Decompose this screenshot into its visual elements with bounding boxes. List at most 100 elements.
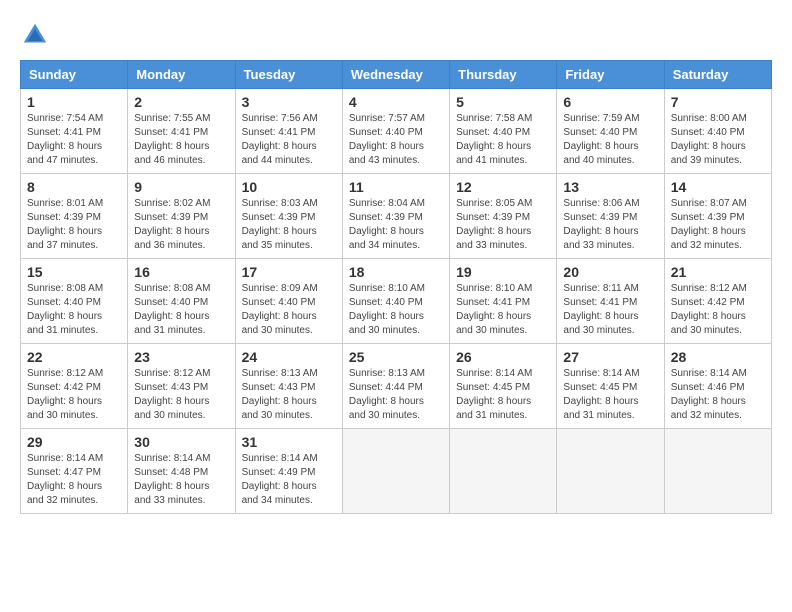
calendar-week-row-1: 1 Sunrise: 7:54 AM Sunset: 4:41 PM Dayli… [21, 89, 772, 174]
day-number: 4 [349, 94, 443, 110]
calendar-header-wednesday: Wednesday [342, 61, 449, 89]
day-info: Sunrise: 7:56 AM Sunset: 4:41 PM Dayligh… [242, 112, 336, 168]
day-info: Sunrise: 8:00 AM Sunset: 4:40 PM Dayligh… [671, 112, 765, 168]
calendar-header-sunday: Sunday [21, 61, 128, 89]
calendar-cell: 3 Sunrise: 7:56 AM Sunset: 4:41 PM Dayli… [235, 89, 342, 174]
calendar-cell: 31 Sunrise: 8:14 AM Sunset: 4:49 PM Dayl… [235, 429, 342, 514]
day-number: 21 [671, 264, 765, 280]
calendar-cell: 26 Sunrise: 8:14 AM Sunset: 4:45 PM Dayl… [450, 344, 557, 429]
calendar-cell: 20 Sunrise: 8:11 AM Sunset: 4:41 PM Dayl… [557, 259, 664, 344]
calendar-cell: 12 Sunrise: 8:05 AM Sunset: 4:39 PM Dayl… [450, 174, 557, 259]
day-info: Sunrise: 8:14 AM Sunset: 4:46 PM Dayligh… [671, 367, 765, 423]
day-info: Sunrise: 8:12 AM Sunset: 4:42 PM Dayligh… [671, 282, 765, 338]
page-header [20, 20, 772, 50]
day-number: 17 [242, 264, 336, 280]
calendar-header-friday: Friday [557, 61, 664, 89]
day-info: Sunrise: 8:07 AM Sunset: 4:39 PM Dayligh… [671, 197, 765, 253]
day-info: Sunrise: 8:14 AM Sunset: 4:45 PM Dayligh… [563, 367, 657, 423]
day-number: 28 [671, 349, 765, 365]
day-info: Sunrise: 7:59 AM Sunset: 4:40 PM Dayligh… [563, 112, 657, 168]
day-number: 13 [563, 179, 657, 195]
day-info: Sunrise: 8:13 AM Sunset: 4:44 PM Dayligh… [349, 367, 443, 423]
calendar-cell: 6 Sunrise: 7:59 AM Sunset: 4:40 PM Dayli… [557, 89, 664, 174]
day-number: 18 [349, 264, 443, 280]
day-number: 31 [242, 434, 336, 450]
calendar-cell: 5 Sunrise: 7:58 AM Sunset: 4:40 PM Dayli… [450, 89, 557, 174]
day-number: 24 [242, 349, 336, 365]
day-info: Sunrise: 8:10 AM Sunset: 4:41 PM Dayligh… [456, 282, 550, 338]
day-number: 2 [134, 94, 228, 110]
calendar-cell: 27 Sunrise: 8:14 AM Sunset: 4:45 PM Dayl… [557, 344, 664, 429]
calendar-week-row-5: 29 Sunrise: 8:14 AM Sunset: 4:47 PM Dayl… [21, 429, 772, 514]
calendar-cell: 11 Sunrise: 8:04 AM Sunset: 4:39 PM Dayl… [342, 174, 449, 259]
day-number: 12 [456, 179, 550, 195]
calendar-cell [557, 429, 664, 514]
day-number: 16 [134, 264, 228, 280]
calendar-week-row-4: 22 Sunrise: 8:12 AM Sunset: 4:42 PM Dayl… [21, 344, 772, 429]
calendar-cell: 17 Sunrise: 8:09 AM Sunset: 4:40 PM Dayl… [235, 259, 342, 344]
day-info: Sunrise: 7:55 AM Sunset: 4:41 PM Dayligh… [134, 112, 228, 168]
calendar-cell: 25 Sunrise: 8:13 AM Sunset: 4:44 PM Dayl… [342, 344, 449, 429]
day-number: 6 [563, 94, 657, 110]
calendar-cell: 23 Sunrise: 8:12 AM Sunset: 4:43 PM Dayl… [128, 344, 235, 429]
calendar-cell: 10 Sunrise: 8:03 AM Sunset: 4:39 PM Dayl… [235, 174, 342, 259]
calendar-cell [450, 429, 557, 514]
day-info: Sunrise: 8:14 AM Sunset: 4:48 PM Dayligh… [134, 452, 228, 508]
day-info: Sunrise: 8:10 AM Sunset: 4:40 PM Dayligh… [349, 282, 443, 338]
day-number: 10 [242, 179, 336, 195]
logo [20, 20, 54, 50]
day-number: 25 [349, 349, 443, 365]
calendar-table: SundayMondayTuesdayWednesdayThursdayFrid… [20, 60, 772, 514]
calendar-week-row-2: 8 Sunrise: 8:01 AM Sunset: 4:39 PM Dayli… [21, 174, 772, 259]
calendar-cell: 19 Sunrise: 8:10 AM Sunset: 4:41 PM Dayl… [450, 259, 557, 344]
calendar-cell: 13 Sunrise: 8:06 AM Sunset: 4:39 PM Dayl… [557, 174, 664, 259]
day-info: Sunrise: 8:14 AM Sunset: 4:47 PM Dayligh… [27, 452, 121, 508]
day-number: 5 [456, 94, 550, 110]
calendar-cell: 24 Sunrise: 8:13 AM Sunset: 4:43 PM Dayl… [235, 344, 342, 429]
day-info: Sunrise: 8:13 AM Sunset: 4:43 PM Dayligh… [242, 367, 336, 423]
day-number: 23 [134, 349, 228, 365]
day-info: Sunrise: 8:12 AM Sunset: 4:42 PM Dayligh… [27, 367, 121, 423]
calendar-header-row: SundayMondayTuesdayWednesdayThursdayFrid… [21, 61, 772, 89]
day-number: 15 [27, 264, 121, 280]
day-info: Sunrise: 8:05 AM Sunset: 4:39 PM Dayligh… [456, 197, 550, 253]
calendar-cell [664, 429, 771, 514]
day-number: 7 [671, 94, 765, 110]
calendar-header-saturday: Saturday [664, 61, 771, 89]
calendar-cell: 2 Sunrise: 7:55 AM Sunset: 4:41 PM Dayli… [128, 89, 235, 174]
calendar-cell: 18 Sunrise: 8:10 AM Sunset: 4:40 PM Dayl… [342, 259, 449, 344]
calendar-week-row-3: 15 Sunrise: 8:08 AM Sunset: 4:40 PM Dayl… [21, 259, 772, 344]
calendar-cell: 21 Sunrise: 8:12 AM Sunset: 4:42 PM Dayl… [664, 259, 771, 344]
calendar-cell: 7 Sunrise: 8:00 AM Sunset: 4:40 PM Dayli… [664, 89, 771, 174]
calendar-cell: 4 Sunrise: 7:57 AM Sunset: 4:40 PM Dayli… [342, 89, 449, 174]
calendar-cell: 1 Sunrise: 7:54 AM Sunset: 4:41 PM Dayli… [21, 89, 128, 174]
day-number: 9 [134, 179, 228, 195]
day-number: 14 [671, 179, 765, 195]
day-number: 27 [563, 349, 657, 365]
logo-icon [20, 20, 50, 50]
calendar-cell: 14 Sunrise: 8:07 AM Sunset: 4:39 PM Dayl… [664, 174, 771, 259]
day-info: Sunrise: 7:54 AM Sunset: 4:41 PM Dayligh… [27, 112, 121, 168]
calendar-cell: 8 Sunrise: 8:01 AM Sunset: 4:39 PM Dayli… [21, 174, 128, 259]
calendar-cell: 28 Sunrise: 8:14 AM Sunset: 4:46 PM Dayl… [664, 344, 771, 429]
day-info: Sunrise: 8:09 AM Sunset: 4:40 PM Dayligh… [242, 282, 336, 338]
calendar-cell: 16 Sunrise: 8:08 AM Sunset: 4:40 PM Dayl… [128, 259, 235, 344]
calendar-header-tuesday: Tuesday [235, 61, 342, 89]
day-info: Sunrise: 8:08 AM Sunset: 4:40 PM Dayligh… [134, 282, 228, 338]
day-info: Sunrise: 8:11 AM Sunset: 4:41 PM Dayligh… [563, 282, 657, 338]
day-info: Sunrise: 7:57 AM Sunset: 4:40 PM Dayligh… [349, 112, 443, 168]
calendar-cell: 29 Sunrise: 8:14 AM Sunset: 4:47 PM Dayl… [21, 429, 128, 514]
day-info: Sunrise: 8:06 AM Sunset: 4:39 PM Dayligh… [563, 197, 657, 253]
calendar-cell: 22 Sunrise: 8:12 AM Sunset: 4:42 PM Dayl… [21, 344, 128, 429]
day-number: 19 [456, 264, 550, 280]
day-info: Sunrise: 8:01 AM Sunset: 4:39 PM Dayligh… [27, 197, 121, 253]
day-number: 29 [27, 434, 121, 450]
day-info: Sunrise: 8:04 AM Sunset: 4:39 PM Dayligh… [349, 197, 443, 253]
day-number: 3 [242, 94, 336, 110]
day-number: 26 [456, 349, 550, 365]
day-number: 1 [27, 94, 121, 110]
day-info: Sunrise: 8:12 AM Sunset: 4:43 PM Dayligh… [134, 367, 228, 423]
day-info: Sunrise: 8:03 AM Sunset: 4:39 PM Dayligh… [242, 197, 336, 253]
calendar-cell [342, 429, 449, 514]
calendar-header-monday: Monday [128, 61, 235, 89]
